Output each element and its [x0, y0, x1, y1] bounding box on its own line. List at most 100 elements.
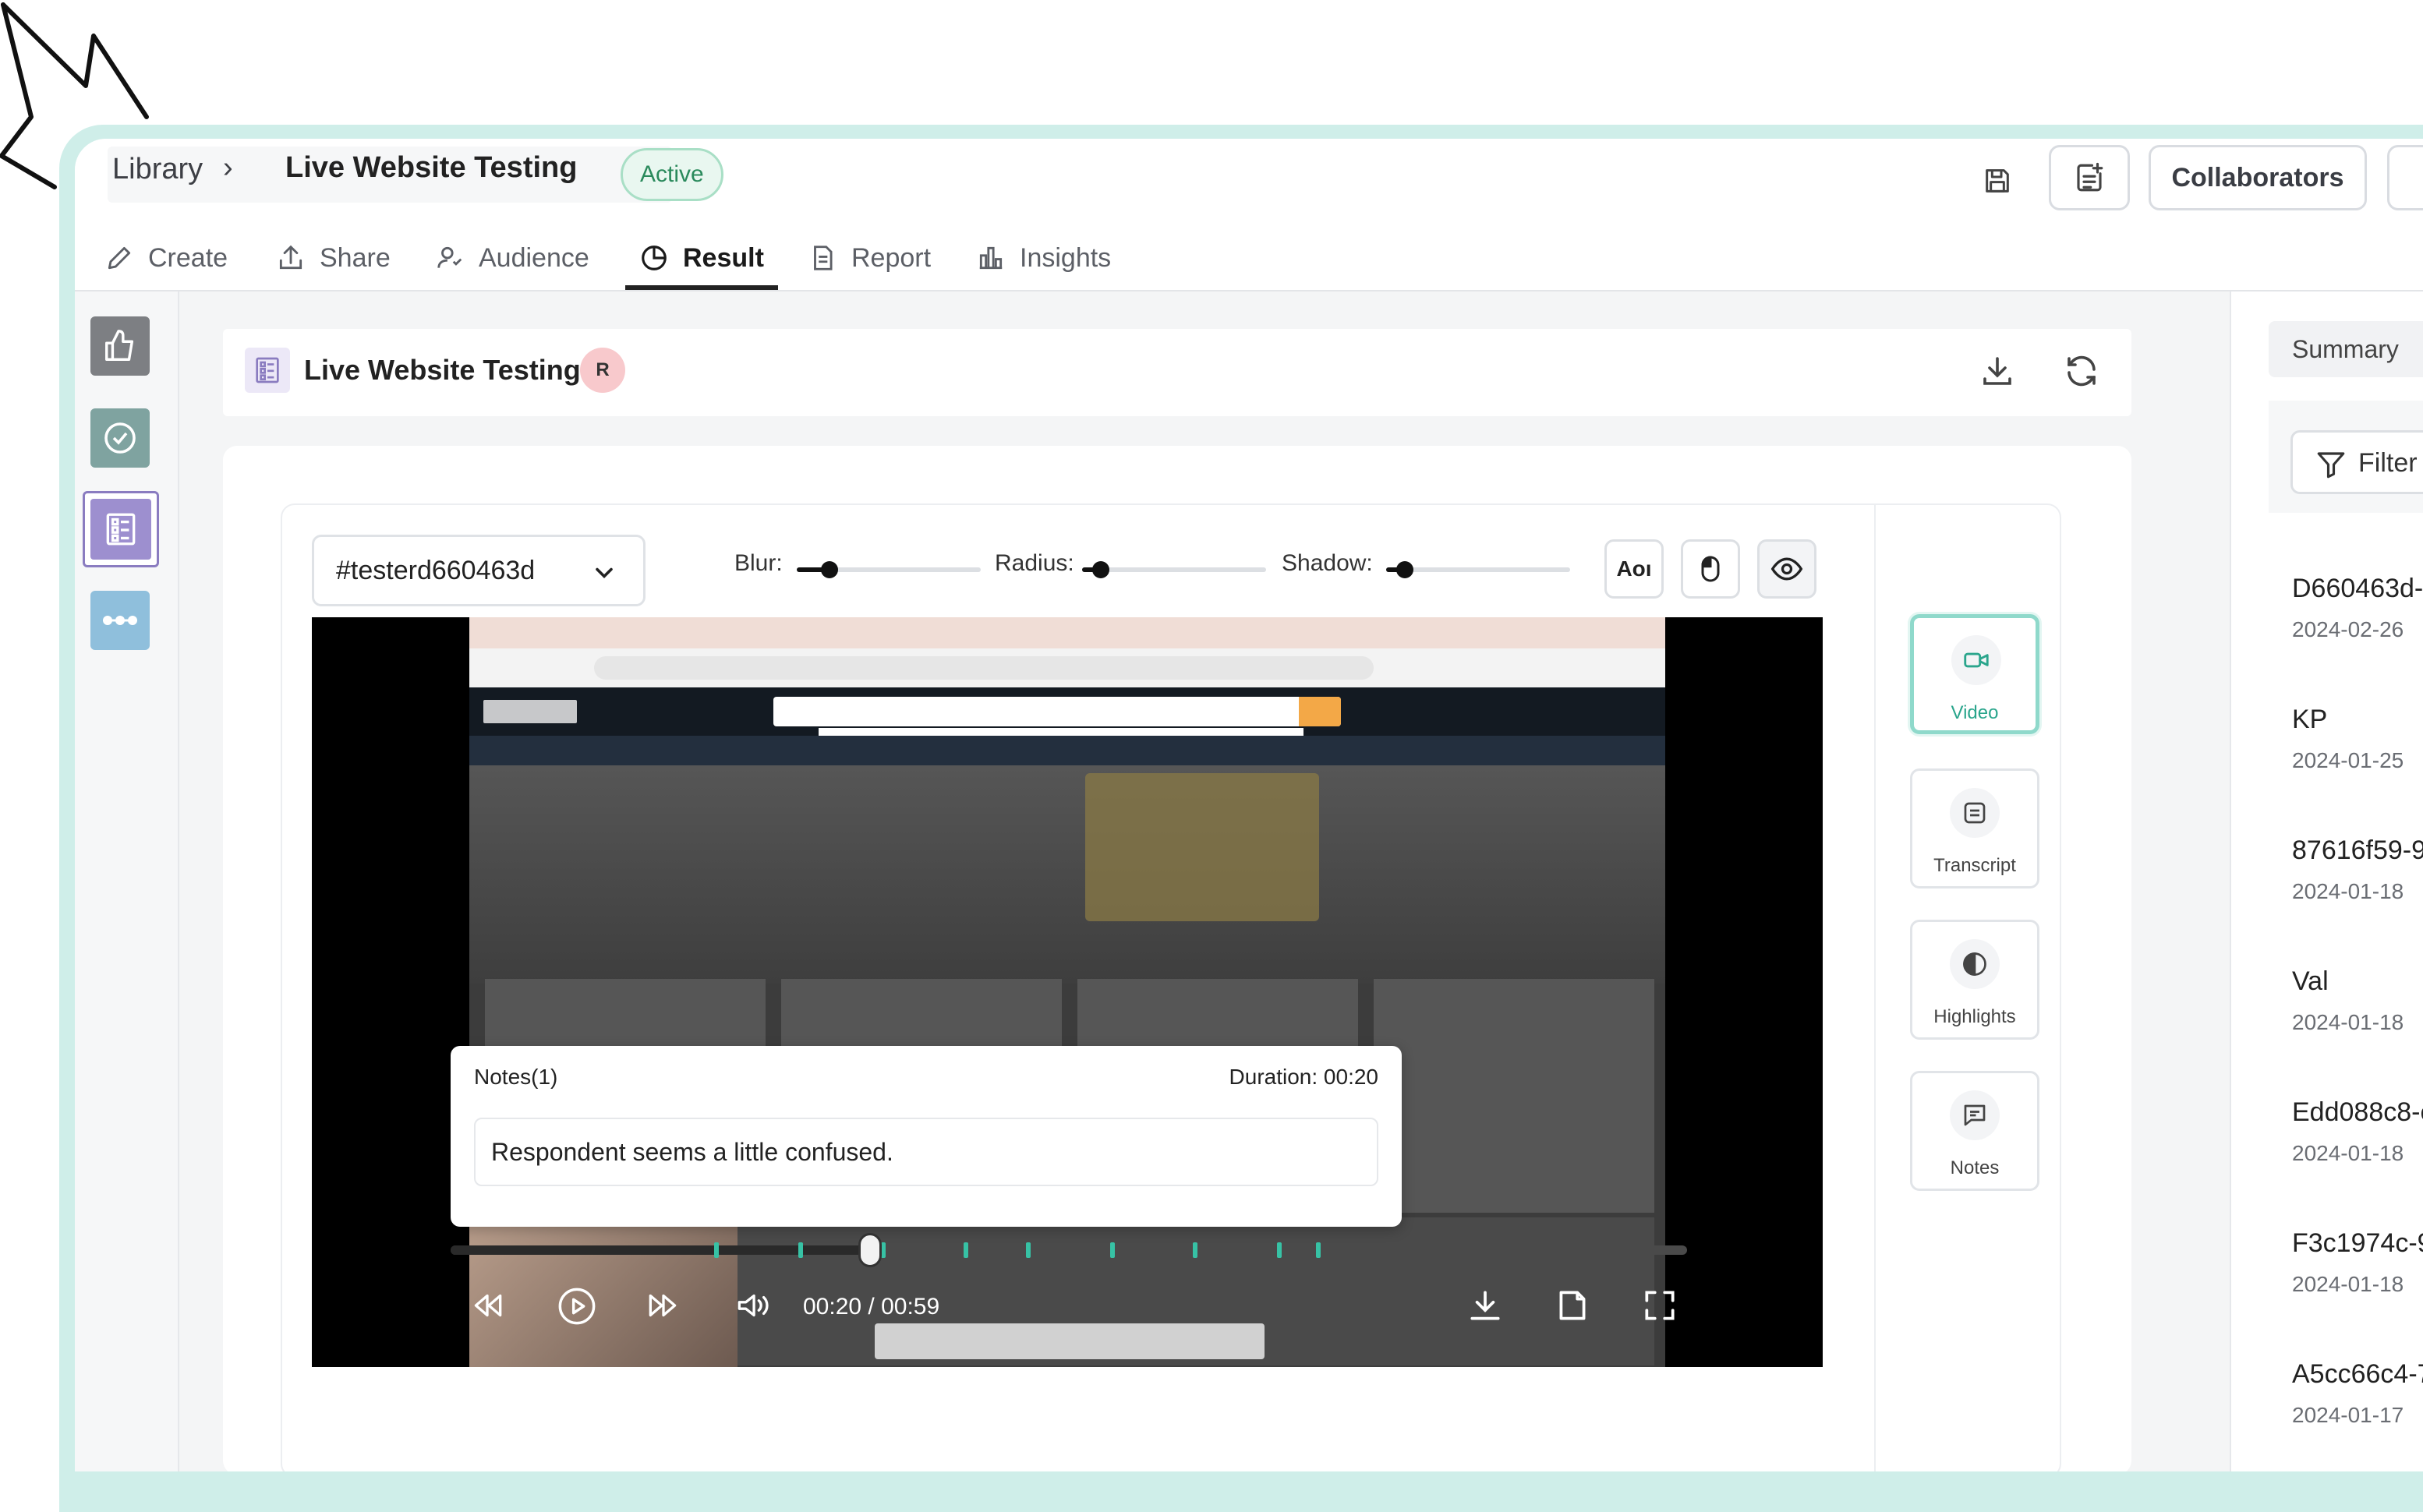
- highlights-panel-button[interactable]: Highlights: [1910, 920, 2039, 1040]
- video-viewport[interactable]: Notes(1) Duration: 00:20 Respondent seem…: [312, 617, 1823, 1367]
- product-card: [1374, 979, 1654, 1213]
- filter-button[interactable]: Filter: [2290, 430, 2423, 494]
- rail-thumbs-up-button[interactable]: [90, 316, 150, 376]
- tab-summary[interactable]: Summary: [2292, 335, 2399, 364]
- timeline-marker[interactable]: [714, 1242, 719, 1258]
- radius-slider[interactable]: [1082, 567, 1266, 572]
- download-video-icon[interactable]: [1466, 1286, 1505, 1325]
- respondent-name[interactable]: KP: [2292, 705, 2327, 735]
- app-window: Library › Live Website Testing Active Co…: [75, 139, 2423, 1471]
- time-display: 00:20 / 00:59: [803, 1294, 940, 1319]
- respondent-date: 2024-01-18: [2292, 1272, 2404, 1296]
- side-button-label: Notes: [1950, 1157, 2000, 1178]
- eye-toggle-button[interactable]: [1757, 539, 1816, 599]
- notes-panel-button[interactable]: Notes: [1910, 1071, 2039, 1191]
- respondent-name[interactable]: F3c1974c-96e0: [2292, 1228, 2423, 1259]
- ellipsis-icon: [103, 616, 137, 625]
- respondent-date: 2024-01-17: [2292, 1403, 2404, 1427]
- fullscreen-icon[interactable]: [1640, 1286, 1679, 1325]
- save-icon: [1986, 169, 2009, 193]
- header-extra-button[interactable]: [2387, 145, 2423, 210]
- notes-heading: Notes(1): [474, 1065, 558, 1089]
- transcript-panel-button[interactable]: Transcript: [1910, 768, 2039, 888]
- site-search-box: [773, 697, 1341, 726]
- video-icon: [1964, 652, 1989, 668]
- respondent-date: 2024-01-18: [2292, 879, 2404, 903]
- aoi-label: Aoı: [1616, 556, 1652, 581]
- timeline-marker[interactable]: [1026, 1242, 1031, 1258]
- pencil-icon: [108, 246, 131, 270]
- tab-insights[interactable]: Insights: [976, 229, 1111, 287]
- survey-title: Live Website Testing: [304, 354, 581, 386]
- volume-icon[interactable]: [733, 1286, 772, 1325]
- timeline-marker[interactable]: [1193, 1242, 1197, 1258]
- rail-tasks-button[interactable]: [83, 491, 159, 567]
- shadow-slider[interactable]: [1386, 567, 1570, 572]
- respondent-name[interactable]: Edd088c8-ea22: [2292, 1097, 2423, 1128]
- shadow-slider-thumb[interactable]: [1396, 561, 1413, 578]
- rail-check-button[interactable]: [90, 408, 150, 468]
- breadcrumb-library[interactable]: Library: [112, 153, 203, 186]
- tab-audience[interactable]: Audience: [435, 229, 589, 287]
- radius-slider-thumb[interactable]: [1092, 561, 1109, 578]
- refresh-button[interactable]: [2063, 352, 2106, 396]
- download-icon: [1983, 357, 2011, 385]
- radius-label: Radius:: [995, 550, 1074, 576]
- survey-icon: [245, 348, 290, 393]
- summary-tabs: T Summary: [2269, 321, 2423, 377]
- tab-share[interactable]: Share: [276, 229, 391, 287]
- chevron-down-icon: [596, 567, 613, 579]
- transcript-icon: [1964, 802, 1986, 824]
- play-icon[interactable]: [557, 1286, 597, 1327]
- browser-tabbar: [469, 617, 1665, 648]
- timeline-marker[interactable]: [1110, 1242, 1115, 1258]
- timeline-marker[interactable]: [798, 1242, 803, 1258]
- fast-forward-icon[interactable]: [644, 1286, 683, 1325]
- highlights-icon-wrap: [1950, 939, 2000, 989]
- rewind-icon[interactable]: [468, 1286, 507, 1325]
- respondent-name[interactable]: 87616f59-9b3e: [2292, 835, 2423, 866]
- timeline-marker[interactable]: [1316, 1242, 1321, 1258]
- side-button-label: Highlights: [1933, 1006, 2016, 1027]
- tab-label: Insights: [1020, 242, 1112, 273]
- timeline-marker[interactable]: [964, 1242, 968, 1258]
- result-card: #testerd660463d Blur: Radius: Shadow: Ao…: [223, 446, 2131, 1471]
- note-item[interactable]: Respondent seems a little confused.: [474, 1118, 1378, 1186]
- left-rail: [75, 291, 179, 1471]
- respondent-date: 2024-01-18: [2292, 1141, 2404, 1165]
- tab-report[interactable]: Report: [808, 229, 931, 287]
- tester-value: #testerd660463d: [336, 556, 536, 585]
- clip-icon[interactable]: [1553, 1286, 1592, 1325]
- tab-result[interactable]: Result: [639, 229, 764, 287]
- active-tab-indicator: [625, 285, 778, 290]
- header: Library › Live Website Testing Active Co…: [75, 139, 2423, 291]
- aoi-button[interactable]: Aoı: [1604, 539, 1664, 599]
- timeline-marker[interactable]: [1277, 1242, 1282, 1258]
- collaborators-button[interactable]: Collaborators: [2149, 145, 2367, 210]
- mouse-toggle-button[interactable]: [1681, 539, 1740, 599]
- refresh-icon: [2068, 355, 2096, 387]
- tab-create[interactable]: Create: [104, 229, 228, 287]
- download-button[interactable]: [1979, 352, 2022, 396]
- respondent-name[interactable]: A5cc66c4-71de: [2292, 1359, 2423, 1390]
- checklist-icon: [106, 513, 136, 546]
- timeline-scrubber[interactable]: [858, 1233, 882, 1267]
- tab-label: Share: [320, 242, 391, 273]
- video-timeline[interactable]: [451, 1233, 1687, 1267]
- blur-slider-thumb[interactable]: [821, 561, 838, 578]
- status-badge: Active: [621, 148, 723, 201]
- rail-more-button[interactable]: [90, 591, 150, 650]
- add-note-button[interactable]: [2049, 145, 2130, 210]
- save-button[interactable]: [1972, 156, 2022, 206]
- transcript-icon-wrap: [1950, 788, 2000, 838]
- tester-select[interactable]: #testerd660463d: [312, 535, 646, 606]
- respondent-name[interactable]: Val: [2292, 966, 2329, 997]
- check-circle-icon: [104, 422, 136, 454]
- survey-type-badge: R: [580, 348, 625, 393]
- video-panel-button[interactable]: Video: [1910, 614, 2039, 734]
- respondents-panel: T Summary Filter D660463d-b4a 2024-02-26…: [2230, 291, 2423, 1471]
- page-title: Live Website Testing: [285, 151, 578, 184]
- respondent-name[interactable]: D660463d-b4a: [2292, 574, 2423, 604]
- shadow-label: Shadow:: [1282, 550, 1373, 576]
- blur-label: Blur:: [734, 550, 783, 576]
